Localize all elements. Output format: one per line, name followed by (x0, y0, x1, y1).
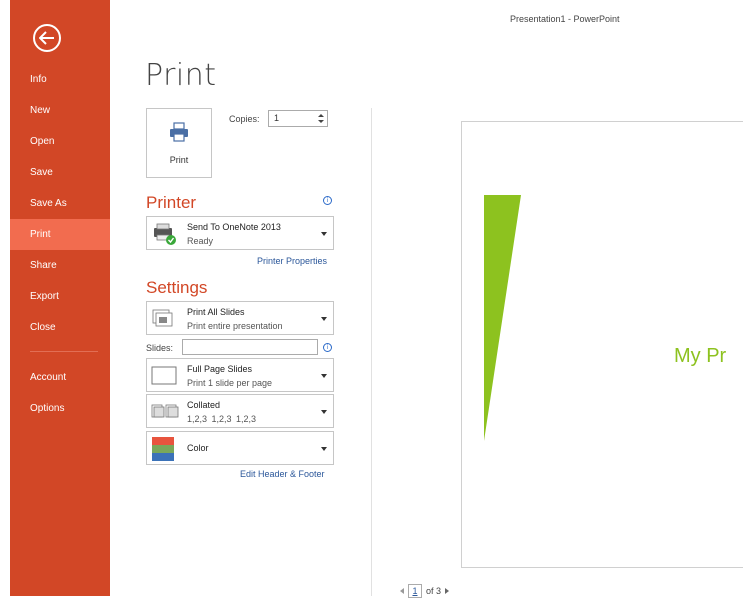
chevron-down-icon (321, 410, 327, 414)
next-page-icon[interactable] (445, 588, 450, 594)
printer-icon (168, 121, 190, 148)
info-icon[interactable]: i (323, 343, 332, 352)
print-button[interactable]: Print (146, 108, 212, 178)
previous-page-icon[interactable] (400, 588, 404, 594)
backstage-nav: Info New Open Save Save As Print Share E… (10, 0, 110, 596)
print-range-sub: Print entire presentation (187, 321, 283, 331)
left-margin (0, 0, 10, 596)
nav-share[interactable]: Share (10, 250, 110, 281)
spin-arrows-icon[interactable] (317, 113, 325, 124)
layout-sub: Print 1 slide per page (187, 378, 273, 388)
chevron-down-icon (321, 374, 327, 378)
nav-account[interactable]: Account (10, 362, 110, 393)
printer-dropdown[interactable]: Send To OneNote 2013 Ready (146, 216, 334, 250)
nav-info[interactable]: Info (10, 64, 110, 95)
printer-device-icon (151, 222, 179, 251)
panel-divider (371, 108, 372, 596)
layout-main: Full Page Slides (187, 364, 253, 374)
nav-open[interactable]: Open (10, 126, 110, 157)
chevron-down-icon (321, 317, 327, 321)
edit-header-footer-link[interactable]: Edit Header & Footer (240, 469, 325, 479)
slides-stack-icon (151, 308, 177, 335)
color-dropdown[interactable]: Color (146, 431, 334, 465)
preview-slide-title: My Pr (674, 345, 727, 367)
slides-input[interactable] (182, 339, 318, 355)
print-button-label: Print (169, 155, 189, 165)
copies-label: Copies: (229, 114, 260, 124)
collated-pages-icon (151, 403, 179, 424)
chevron-down-icon (321, 447, 327, 451)
color-swatch-icon (151, 436, 175, 467)
nav-print[interactable]: Print (10, 219, 110, 250)
window-title: Presentation1 - PowerPoint (510, 14, 620, 24)
printer-name: Send To OneNote 2013 (187, 222, 281, 232)
print-range-main: Print All Slides (187, 307, 245, 317)
copies-stepper[interactable]: 1 (268, 110, 328, 127)
nav-save[interactable]: Save (10, 157, 110, 188)
printer-properties-link[interactable]: Printer Properties (257, 256, 327, 266)
copies-value: 1 (274, 113, 280, 123)
info-icon[interactable]: i (323, 196, 332, 205)
collation-dropdown[interactable]: Collated 1,2,3 1,2,3 1,2,3 (146, 394, 334, 428)
page-count-label: of 3 (426, 586, 442, 596)
nav-close[interactable]: Close (10, 312, 110, 343)
nav-options[interactable]: Options (10, 393, 110, 424)
nav-save-as[interactable]: Save As (10, 188, 110, 219)
print-range-dropdown[interactable]: Print All Slides Print entire presentati… (146, 301, 334, 335)
back-arrow-icon[interactable] (33, 24, 61, 52)
full-page-slide-icon (151, 366, 177, 391)
nav-export[interactable]: Export (10, 281, 110, 312)
chevron-down-icon (321, 232, 327, 236)
printer-heading: Printer (146, 193, 197, 212)
slide-green-shape (484, 195, 521, 441)
settings-heading: Settings (146, 278, 208, 297)
nav-new[interactable]: New (10, 95, 110, 126)
collation-main: Collated (187, 400, 221, 410)
layout-dropdown[interactable]: Full Page Slides Print 1 slide per page (146, 358, 334, 392)
page-title: Print (145, 58, 217, 93)
nav-separator (30, 351, 98, 352)
collation-sub: 1,2,3 1,2,3 1,2,3 (187, 414, 257, 424)
printer-status: Ready (187, 236, 214, 246)
color-main: Color (187, 443, 209, 453)
slides-label: Slides: (146, 343, 174, 353)
